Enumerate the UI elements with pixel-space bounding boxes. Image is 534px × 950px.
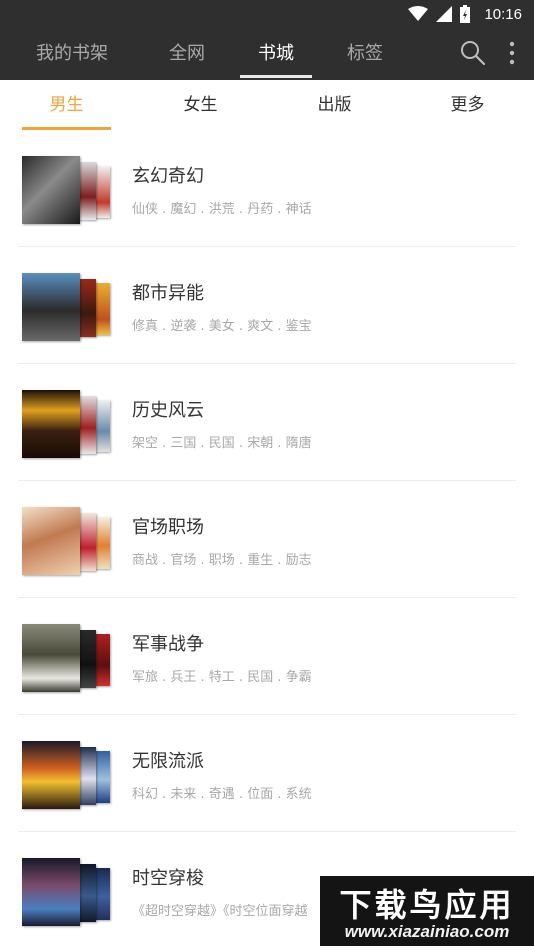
app-bar: 我的书架 全网 书城 标签 — [0, 28, 534, 80]
tab-bookshelf[interactable]: 我的书架 — [24, 28, 120, 80]
list-item[interactable]: 无限流派 科幻 . 未来 . 奇遇 . 位面 . 系统 — [0, 715, 534, 832]
search-icon[interactable] — [458, 38, 488, 68]
wifi-icon — [408, 6, 429, 21]
book-cover — [22, 741, 80, 809]
category-title: 都市异能 — [132, 283, 204, 304]
category-title: 时空穿梭 — [132, 868, 204, 889]
category-tags: 科幻 . 未来 . 奇遇 . 位面 . 系统 — [132, 787, 312, 802]
list-item[interactable]: 官场职场 商战 . 官场 . 职场 . 重生 . 励志 — [0, 481, 534, 598]
category-tabs: 男生 女生 出版 更多 — [0, 80, 534, 130]
subtab-male[interactable]: 男生 — [22, 80, 111, 130]
subtab-female[interactable]: 女生 — [156, 80, 245, 130]
list-item[interactable]: 玄幻奇幻 仙侠 . 魔幻 . 洪荒 . 丹药 . 神话 — [0, 130, 534, 247]
active-tab-indicator — [240, 75, 312, 78]
category-tags: 修真 . 逆袭 . 美女 . 爽文 . 鉴宝 — [132, 319, 312, 334]
tab-bookstore[interactable]: 书城 — [240, 28, 312, 80]
category-title: 历史风云 — [132, 400, 204, 421]
status-time: 10:16 — [484, 5, 522, 23]
book-cover — [22, 624, 80, 692]
watermark-title: 下载鸟应用 — [339, 886, 515, 924]
watermark-url: www.xiazainiao.com — [344, 922, 510, 941]
book-cover — [22, 273, 80, 341]
book-covers — [22, 390, 112, 458]
list-item[interactable]: 历史风云 架空 . 三国 . 民国 . 宋朝 . 隋唐 — [0, 364, 534, 481]
book-cover — [22, 390, 80, 458]
category-title: 军事战争 — [132, 634, 204, 655]
book-cover — [22, 156, 80, 224]
category-tags: 军旅 . 兵王 . 特工 . 民国 . 争霸 — [132, 670, 312, 685]
category-tags: 仙侠 . 魔幻 . 洪荒 . 丹药 . 神话 — [132, 202, 312, 217]
book-cover — [22, 507, 80, 575]
book-cover — [22, 858, 80, 926]
subtab-more[interactable]: 更多 — [423, 80, 512, 130]
category-title: 无限流派 — [132, 751, 204, 772]
category-list: 玄幻奇幻 仙侠 . 魔幻 . 洪荒 . 丹药 . 神话 都市异能 修真 . 逆袭… — [0, 130, 534, 949]
tab-tags[interactable]: 标签 — [334, 28, 396, 80]
category-title: 官场职场 — [132, 517, 204, 538]
book-covers — [22, 741, 112, 809]
category-tags: 商战 . 官场 . 职场 . 重生 . 励志 — [132, 553, 312, 568]
more-vert-icon[interactable] — [500, 38, 524, 68]
book-covers — [22, 624, 112, 692]
category-tags: 架空 . 三国 . 民国 . 宋朝 . 隋唐 — [132, 436, 312, 451]
book-covers — [22, 273, 112, 341]
book-covers — [22, 858, 112, 926]
watermark: 下载鸟应用 www.xiazainiao.com — [320, 876, 534, 946]
subtab-publish[interactable]: 出版 — [290, 80, 379, 130]
book-covers — [22, 507, 112, 575]
list-item[interactable]: 军事战争 军旅 . 兵王 . 特工 . 民国 . 争霸 — [0, 598, 534, 715]
status-icons: 10:16 — [408, 0, 522, 28]
tab-all-web[interactable]: 全网 — [156, 28, 218, 80]
book-covers — [22, 156, 112, 224]
signal-icon — [436, 6, 453, 22]
battery-icon — [460, 5, 471, 23]
status-bar: 10:16 — [0, 0, 534, 28]
category-title: 玄幻奇幻 — [132, 166, 204, 187]
list-item[interactable]: 都市异能 修真 . 逆袭 . 美女 . 爽文 . 鉴宝 — [0, 247, 534, 364]
category-tags: 《超时空穿越》《时空位面穿越 — [132, 904, 308, 919]
